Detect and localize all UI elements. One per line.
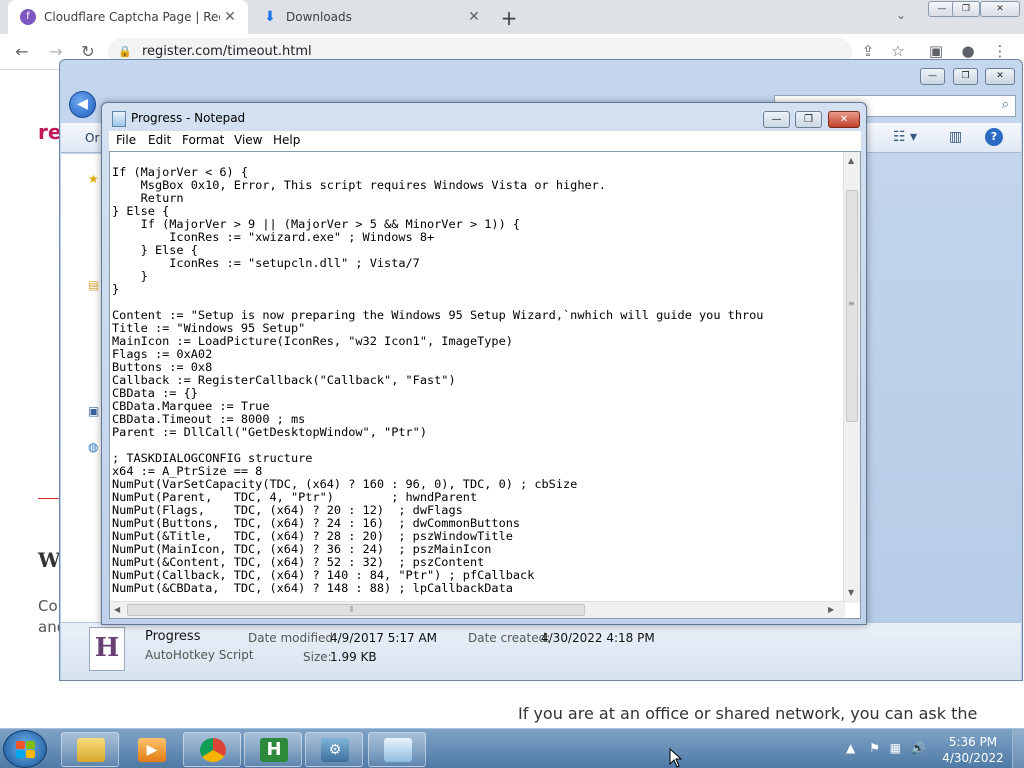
scroll-grip-icon: ≡ xyxy=(848,299,855,308)
media-player-icon: ▶ xyxy=(138,738,166,762)
tab-favicon-icon: f xyxy=(20,9,36,25)
notepad-icon xyxy=(384,738,412,762)
setup-icon: ⚙ xyxy=(321,738,349,762)
lock-icon[interactable]: 🔒 xyxy=(118,45,132,58)
size-label: Size: xyxy=(303,650,332,664)
explorer-back-icon[interactable]: ◀ xyxy=(69,91,96,118)
network-icon[interactable]: ▦ xyxy=(890,741,901,755)
clock-date: 4/30/2022 xyxy=(942,751,1004,765)
action-center-flag-icon[interactable]: ⚑ xyxy=(869,741,880,755)
tab-title: Cloudflare Captcha Page | Regist xyxy=(44,10,220,24)
date-created-label: Date created: xyxy=(468,631,551,645)
menu-help[interactable]: Help xyxy=(273,133,300,147)
notepad-text-area[interactable]: If (MajorVer < 6) { MsgBox 0x10, Error, … xyxy=(109,151,861,619)
windows-logo-icon xyxy=(16,741,36,759)
favorites-star-icon[interactable]: ★ xyxy=(88,172,99,186)
taskbar-clock[interactable]: 5:36 PM 4/30/2022 xyxy=(940,734,1006,766)
horizontal-scrollbar[interactable]: ◀ ⦀ ▶ xyxy=(110,601,845,618)
scroll-grip-icon: ⦀ xyxy=(350,605,354,614)
chrome-restore-button[interactable]: ❐ xyxy=(952,1,980,17)
taskbar-chrome-button[interactable] xyxy=(183,732,241,767)
tab-downloads[interactable]: ⬇ Downloads ✕ xyxy=(252,0,492,34)
chrome-menu-icon[interactable]: ⋮ xyxy=(990,42,1010,60)
back-arrow-icon[interactable]: ← xyxy=(10,40,34,64)
explorer-maximize-button[interactable]: ❐ xyxy=(953,68,978,85)
scroll-down-arrow-icon[interactable]: ▼ xyxy=(848,588,854,597)
explorer-navigation-pane: ★ ▤ ▣ ◍ xyxy=(61,154,105,626)
date-modified-value: 4/9/2017 5:17 AM xyxy=(330,631,438,645)
libraries-icon[interactable]: ▤ xyxy=(88,278,99,292)
taskbar-notepad-button[interactable] xyxy=(368,732,426,767)
explorer-minimize-button[interactable]: — xyxy=(920,68,945,85)
volume-icon[interactable]: 🔊 xyxy=(911,741,926,755)
size-value: 1.99 KB xyxy=(330,650,377,664)
network-icon[interactable]: ◍ xyxy=(88,440,98,454)
scroll-right-arrow-icon[interactable]: ▶ xyxy=(828,605,834,614)
tab-cloudflare-captcha[interactable]: f Cloudflare Captcha Page | Regist ✕ xyxy=(8,0,248,34)
site-logo[interactable]: re xyxy=(38,120,61,144)
menu-file[interactable]: File xyxy=(116,133,136,147)
windows-taskbar: ▶ H ⚙ ▲ ⚑ ▦ 🔊 5:36 PM 4/30/2022 xyxy=(0,728,1024,768)
help-icon[interactable]: ? xyxy=(985,128,1003,146)
menu-format[interactable]: Format xyxy=(182,133,224,147)
autohotkey-icon: H xyxy=(260,738,288,762)
menu-view[interactable]: View xyxy=(234,133,262,147)
explorer-icon xyxy=(77,738,105,762)
profile-avatar-icon[interactable]: ● xyxy=(958,42,978,60)
preview-pane-icon[interactable]: ▥ xyxy=(949,129,962,145)
autohotkey-file-icon: H xyxy=(89,627,125,671)
office-network-text: If you are at an office or shared networ… xyxy=(518,704,978,723)
vertical-scrollbar[interactable]: ▲ ≡ ▼ xyxy=(843,152,860,603)
taskbar-setup-button[interactable]: ⚙ xyxy=(305,732,363,767)
chrome-icon xyxy=(200,738,226,762)
view-options-icon[interactable]: ☷ ▾ xyxy=(893,129,917,145)
explorer-close-button[interactable]: ✕ xyxy=(985,68,1015,85)
chrome-close-button[interactable]: ✕ xyxy=(980,1,1020,17)
notepad-window: Progress - Notepad — ❐ ✕ File Edit Forma… xyxy=(101,102,867,625)
system-tray: ▲ ⚑ ▦ 🔊 xyxy=(846,741,926,755)
taskbar-media-button[interactable]: ▶ xyxy=(122,732,180,767)
tab-close-icon[interactable]: ✕ xyxy=(464,9,484,25)
show-hidden-icons-chevron-icon[interactable]: ▲ xyxy=(846,741,855,755)
mouse-cursor-icon xyxy=(669,748,683,768)
notepad-icon xyxy=(112,111,126,127)
search-icon: ⌕ xyxy=(1001,97,1009,112)
start-button[interactable] xyxy=(3,730,47,768)
download-icon: ⬇ xyxy=(264,9,276,25)
tab-search-chevron-icon[interactable]: ⌄ xyxy=(896,8,906,22)
horizontal-scroll-thumb[interactable]: ⦀ xyxy=(127,604,585,616)
computer-icon[interactable]: ▣ xyxy=(88,404,99,418)
vertical-scroll-thumb[interactable]: ≡ xyxy=(846,190,858,422)
notepad-minimize-button[interactable]: — xyxy=(763,111,790,128)
show-desktop-button[interactable] xyxy=(1012,729,1024,768)
explorer-details-pane: H Progress AutoHotkey Script Date modifi… xyxy=(61,622,1021,680)
script-text[interactable]: If (MajorVer < 6) { MsgBox 0x10, Error, … xyxy=(112,166,842,598)
date-created-value: 4/30/2022 4:18 PM xyxy=(541,631,655,645)
tab-close-icon[interactable]: ✕ xyxy=(220,9,240,25)
heading-divider xyxy=(38,498,60,499)
details-file-name: Progress xyxy=(145,629,201,644)
notepad-maximize-button[interactable]: ❐ xyxy=(795,111,822,128)
clock-time: 5:36 PM xyxy=(948,735,998,749)
new-tab-button[interactable]: + xyxy=(498,6,520,30)
taskbar-autohotkey-button[interactable]: H xyxy=(244,732,302,767)
organize-menu[interactable]: Or xyxy=(85,131,99,145)
share-icon[interactable]: ⇪ xyxy=(858,42,878,60)
tab-title: Downloads xyxy=(286,10,352,24)
date-modified-label: Date modified: xyxy=(248,631,338,645)
taskbar-explorer-button[interactable] xyxy=(61,732,119,767)
side-panel-icon[interactable]: ▣ xyxy=(926,42,946,60)
notepad-close-button[interactable]: ✕ xyxy=(828,111,860,128)
bookmark-star-icon[interactable]: ☆ xyxy=(888,42,908,60)
menu-edit[interactable]: Edit xyxy=(148,133,171,147)
notepad-title: Progress - Notepad xyxy=(131,111,246,125)
scroll-left-arrow-icon[interactable]: ◀ xyxy=(114,605,120,614)
browser-tab-strip: f Cloudflare Captcha Page | Regist ✕ ⬇ D… xyxy=(0,0,1024,34)
page-heading: W xyxy=(38,548,61,572)
url-text[interactable]: register.com/timeout.html xyxy=(142,44,312,59)
scroll-up-arrow-icon[interactable]: ▲ xyxy=(848,156,854,165)
notepad-menu-bar: File Edit Format View Help xyxy=(109,131,861,151)
details-file-type: AutoHotkey Script xyxy=(145,648,254,662)
